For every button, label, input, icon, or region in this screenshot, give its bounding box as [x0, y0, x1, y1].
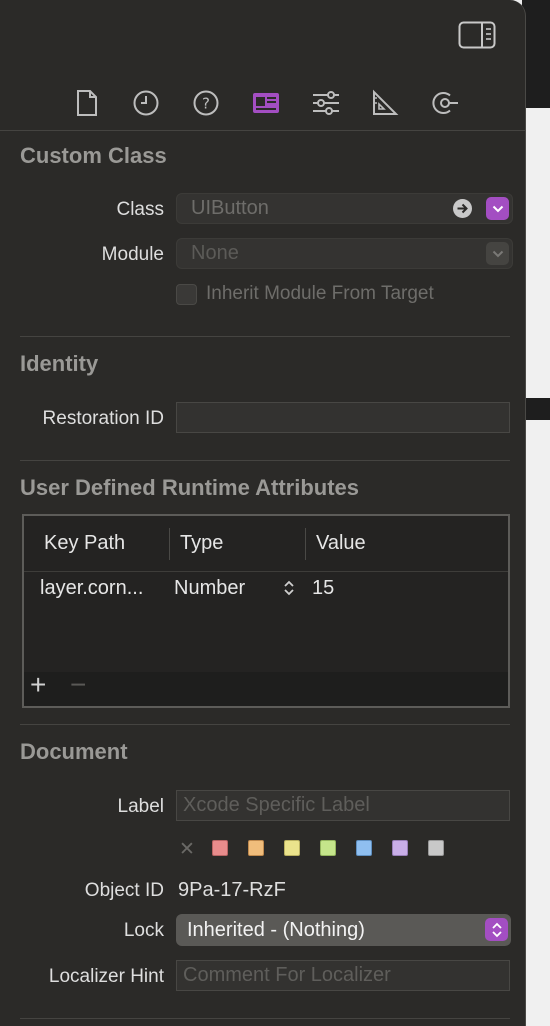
table-header-divider — [24, 571, 508, 572]
label-color-red[interactable] — [212, 840, 228, 856]
type-cell[interactable]: Number — [174, 577, 245, 600]
column-header-type[interactable]: Type — [180, 532, 223, 555]
class-placeholder: UIButton — [191, 197, 269, 219]
clock-icon[interactable] — [131, 88, 161, 118]
inspector-tab-bar: ? — [0, 82, 525, 128]
section-divider — [20, 460, 510, 461]
section-divider — [20, 336, 510, 337]
updown-chevron-icon — [491, 922, 502, 937]
lock-popup-button[interactable]: Inherited - (Nothing) — [176, 914, 511, 946]
inherit-module-label: Inherit Module From Target — [206, 283, 434, 304]
section-divider — [20, 1018, 510, 1019]
label-color-yellow[interactable] — [284, 840, 300, 856]
label-color-green[interactable] — [320, 840, 336, 856]
module-combo-box[interactable]: None — [176, 238, 513, 269]
identity-inspector-panel: ? Custom Class Class UIButton Module Non… — [0, 0, 526, 1026]
restoration-id-field[interactable] — [176, 402, 510, 433]
label-field-label: Label — [117, 796, 165, 817]
connection-arrow-icon[interactable] — [430, 88, 460, 118]
sliders-icon[interactable] — [311, 88, 341, 118]
object-id-value: 9Pa-17-RzF — [178, 879, 286, 901]
key-path-cell[interactable]: layer.corn... — [40, 577, 143, 600]
navigate-arrow-icon[interactable] — [452, 198, 473, 228]
label-field[interactable]: Xcode Specific Label — [176, 790, 510, 821]
lock-label: Lock — [123, 920, 164, 941]
document-section-title: Document — [20, 739, 128, 764]
label-color-gray[interactable] — [428, 840, 444, 856]
label-placeholder: Xcode Specific Label — [183, 794, 370, 816]
identity-card-icon[interactable] — [251, 88, 281, 118]
stepper-chevron-icon[interactable] — [283, 579, 295, 602]
chevron-down-icon — [492, 250, 503, 257]
column-divider — [169, 528, 170, 560]
background-window-right — [522, 0, 550, 1026]
column-header-key-path[interactable]: Key Path — [44, 532, 125, 555]
ruler-triangle-icon[interactable] — [370, 88, 400, 118]
column-divider — [305, 528, 306, 560]
clear-label-color-button[interactable]: ✕ — [179, 838, 195, 861]
localizer-placeholder: Comment For Localizer — [183, 964, 391, 986]
lock-dropdown-button[interactable] — [485, 918, 508, 941]
identity-section-title: Identity — [20, 351, 99, 376]
label-color-purple[interactable] — [392, 840, 408, 856]
localizer-hint-label: Localizer Hint — [48, 966, 164, 987]
class-combo-box[interactable]: UIButton — [176, 193, 513, 224]
module-label: Module — [101, 244, 164, 265]
inherit-module-checkbox[interactable] — [176, 284, 197, 305]
inspector-toggle-icon[interactable] — [458, 21, 496, 49]
add-row-button[interactable]: + — [30, 669, 46, 701]
background-dark-region — [522, 0, 550, 108]
object-id-label: Object ID — [84, 880, 164, 901]
document-icon[interactable] — [72, 88, 102, 118]
runtime-attributes-table: Key Path Type Value layer.corn... Number… — [22, 514, 510, 708]
value-cell[interactable]: 15 — [312, 577, 334, 600]
svg-text:?: ? — [202, 95, 210, 113]
localizer-hint-field[interactable]: Comment For Localizer — [176, 960, 510, 991]
runtime-attributes-section-title: User Defined Runtime Attributes — [20, 475, 360, 500]
restoration-id-label: Restoration ID — [42, 408, 164, 429]
module-placeholder: None — [191, 242, 239, 264]
question-mark-icon[interactable]: ? — [191, 88, 221, 118]
lock-value: Inherited - (Nothing) — [187, 919, 365, 941]
column-header-value[interactable]: Value — [316, 532, 366, 555]
section-divider — [20, 724, 510, 725]
module-dropdown-button[interactable] — [486, 242, 509, 265]
label-color-blue[interactable] — [356, 840, 372, 856]
background-dark-strip — [522, 398, 550, 420]
table-footer: + − — [24, 669, 508, 706]
remove-row-button[interactable]: − — [70, 669, 86, 701]
custom-class-section-title: Custom Class — [20, 143, 167, 168]
chevron-down-icon — [492, 205, 503, 212]
label-color-orange[interactable] — [248, 840, 264, 856]
class-dropdown-button[interactable] — [486, 197, 509, 220]
tab-bar-divider — [0, 130, 525, 131]
class-label: Class — [116, 199, 164, 220]
